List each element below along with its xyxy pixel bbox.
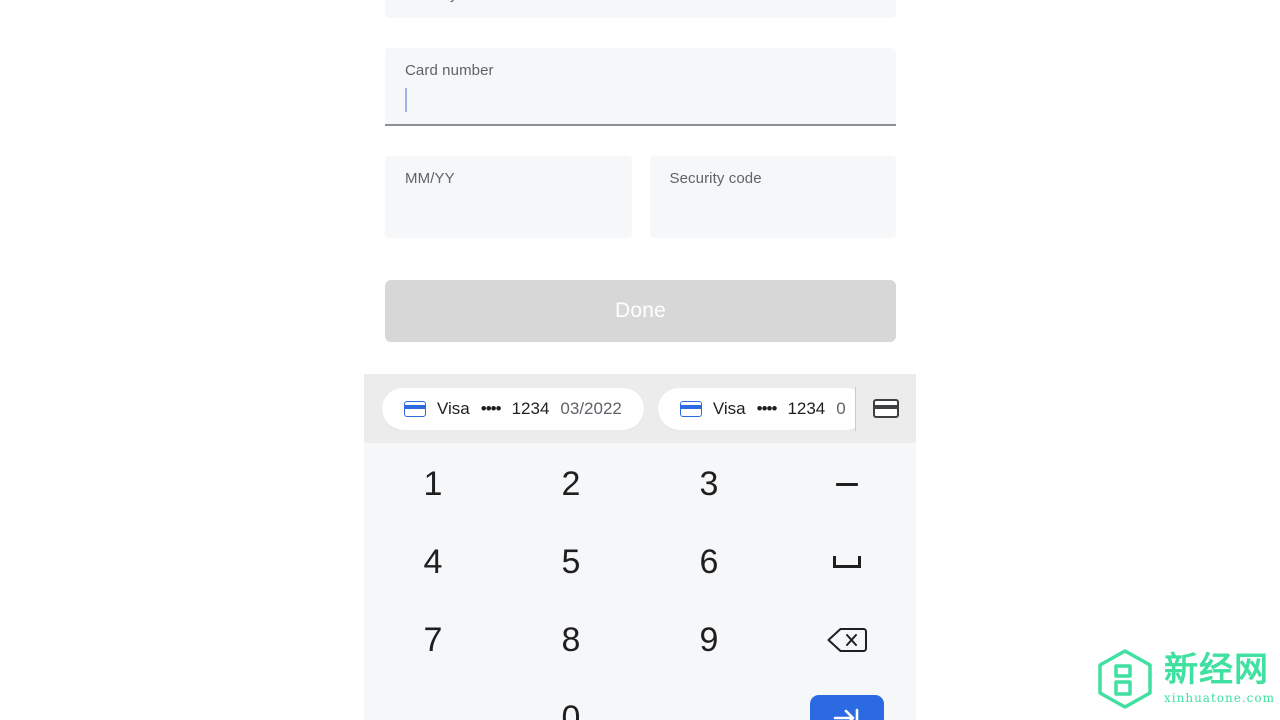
- watermark-logo-icon: [1098, 649, 1152, 709]
- key-blank-left: [364, 679, 502, 720]
- key-blank-right: [640, 679, 778, 720]
- key-1[interactable]: 1: [364, 445, 502, 523]
- expiry-security-row: MM/YY Security code: [385, 156, 896, 238]
- field-above-card-number[interactable]: Country: [385, 0, 896, 18]
- key-backspace[interactable]: [778, 601, 916, 679]
- autofill-chip-brand: Visa: [437, 398, 470, 418]
- key-label: 9: [699, 620, 719, 659]
- backspace-icon: [827, 628, 867, 652]
- watermark-chinese-text: 新经网: [1164, 650, 1269, 690]
- autofill-chip-brand: Visa: [712, 398, 746, 418]
- field-above-card-number-label: Country: [405, 0, 458, 3]
- autofill-suggestion-bar: Visa •••• 1234 03/2022 Visa •••• 1234 0: [364, 374, 916, 443]
- key-3[interactable]: 3: [640, 445, 778, 523]
- credit-card-icon: [679, 400, 702, 417]
- space-bar-icon: [833, 556, 861, 568]
- card-number-label: Card number: [405, 62, 494, 79]
- virtual-keyboard: Visa •••• 1234 03/2022 Visa •••• 1234 0: [364, 374, 916, 720]
- autofill-chip-expiry: 0: [836, 398, 846, 418]
- payment-form-page: Country Card number MM/YY Security code …: [0, 0, 1280, 720]
- key-8[interactable]: 8: [502, 601, 640, 679]
- autofill-chip-dots: ••••: [480, 398, 502, 418]
- key-label: 0: [561, 698, 581, 720]
- key-4[interactable]: 4: [364, 523, 502, 601]
- tab-next-icon: [833, 708, 859, 720]
- watermark: 新经网 xinhuatone.com: [1096, 648, 1275, 710]
- key-0[interactable]: 0: [502, 679, 640, 720]
- key-7[interactable]: 7: [364, 601, 502, 679]
- key-label: 7: [423, 620, 443, 659]
- card-number-field[interactable]: Card number: [385, 48, 896, 126]
- enter-key-pill: [810, 695, 884, 720]
- watermark-text: 新经网 xinhuatone.com: [1164, 653, 1275, 705]
- expiry-field[interactable]: MM/YY: [385, 156, 632, 238]
- autofill-chip-dots: ••••: [756, 398, 778, 418]
- dash-icon: [836, 482, 858, 486]
- key-label: 4: [423, 542, 443, 581]
- numeric-keypad: 1 2 3 4 5 6 7 8 9 0: [364, 443, 916, 720]
- autofill-chip-list: Visa •••• 1234 03/2022 Visa •••• 1234 0: [364, 387, 855, 430]
- key-label: 5: [561, 542, 581, 581]
- done-button-label: Done: [614, 299, 666, 322]
- autofill-chip-last4: 1234: [511, 398, 550, 418]
- key-label: 1: [423, 464, 443, 503]
- key-label: 8: [561, 620, 581, 659]
- key-enter[interactable]: [778, 679, 916, 720]
- done-button[interactable]: Done: [385, 280, 896, 342]
- autofill-chip-last4: 1234: [787, 398, 826, 418]
- autofill-card-toggle-button[interactable]: [856, 374, 916, 443]
- key-label: 6: [699, 542, 719, 581]
- autofill-chip[interactable]: Visa •••• 1234 03/2022: [382, 387, 644, 430]
- security-code-label: Security code: [669, 170, 762, 187]
- key-5[interactable]: 5: [502, 523, 640, 601]
- key-dash[interactable]: [778, 445, 916, 523]
- credit-card-icon: [873, 399, 899, 418]
- key-space[interactable]: [778, 523, 916, 601]
- expiry-label: MM/YY: [405, 170, 455, 187]
- security-code-field[interactable]: Security code: [649, 156, 896, 238]
- key-label: 2: [561, 464, 581, 503]
- key-label: 3: [699, 464, 719, 503]
- key-6[interactable]: 6: [640, 523, 778, 601]
- key-2[interactable]: 2: [502, 445, 640, 523]
- watermark-domain-text: xinhuatone.com: [1164, 691, 1275, 705]
- key-9[interactable]: 9: [640, 601, 778, 679]
- card-form: Country Card number MM/YY Security code …: [385, 0, 896, 342]
- autofill-chip[interactable]: Visa •••• 1234 0: [657, 387, 855, 430]
- credit-card-icon: [404, 400, 426, 417]
- text-cursor: [405, 88, 407, 112]
- autofill-chip-expiry: 03/2022: [560, 398, 622, 418]
